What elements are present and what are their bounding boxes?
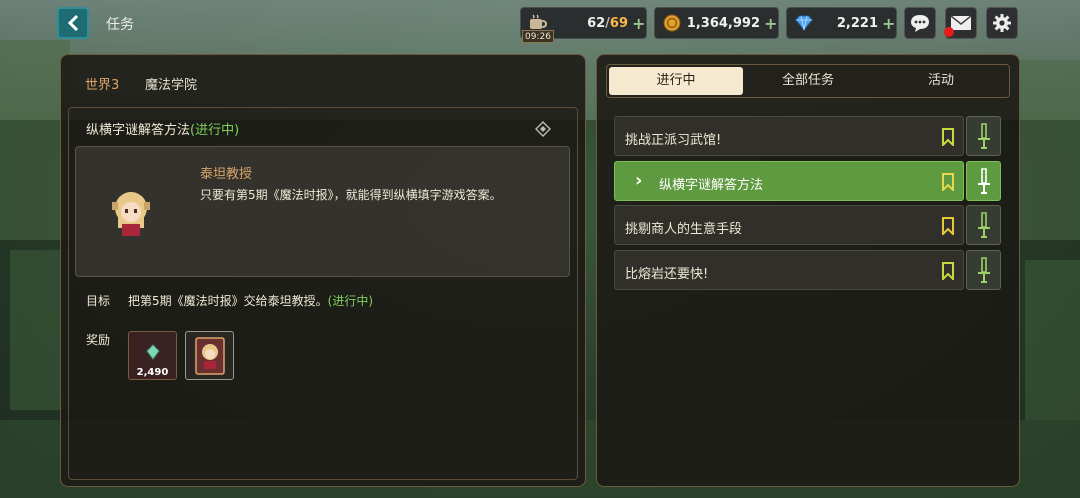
coin-icon — [658, 10, 686, 36]
tab-all-quests[interactable]: 全部任务 — [741, 67, 875, 95]
quest-row-label: 挑战正派习武馆! — [625, 133, 722, 148]
sword-icon — [977, 168, 990, 194]
quest-row-label: 纵横字谜解答方法 — [659, 178, 764, 193]
npc-name: 泰坦教授 — [200, 167, 253, 182]
sword-icon — [977, 123, 990, 149]
chevron-right-icon: › — [635, 170, 643, 191]
chevron-left-icon — [67, 14, 79, 32]
bookmark-icon[interactable] — [941, 262, 955, 280]
notification-dot — [944, 27, 954, 37]
quest-title: 纵横字谜解答方法(进行中) — [86, 123, 240, 138]
back-button[interactable] — [57, 7, 89, 39]
bookmark-icon[interactable] — [941, 128, 955, 146]
reward-gem-slot[interactable]: 2,490 — [128, 331, 177, 380]
chat-bubble-icon — [911, 15, 929, 32]
track-quest-button[interactable] — [966, 250, 1001, 290]
track-quest-button[interactable] — [966, 161, 1001, 201]
quest-row-label: 挑剔商人的生意手段 — [625, 222, 743, 237]
gem-counter[interactable]: 2,221 + — [786, 7, 897, 39]
gem-amount: 2,221 — [836, 15, 878, 31]
bookmark-icon[interactable] — [941, 173, 955, 191]
diamond-icon — [790, 10, 818, 36]
quest-status: (进行中) — [190, 123, 240, 138]
stamina-max: 69 — [609, 15, 628, 31]
tab-events[interactable]: 活动 — [874, 67, 1008, 95]
sword-icon — [977, 257, 990, 283]
gear-icon — [993, 14, 1011, 32]
quest-row-selected[interactable]: › 纵横字谜解答方法 — [614, 161, 964, 201]
coin-amount: 1,364,992 — [686, 15, 760, 31]
track-quest-button[interactable] — [966, 116, 1001, 156]
breadcrumb-area: 魔法学院 — [145, 78, 198, 93]
coin-counter[interactable]: 1,364,992 + — [654, 7, 779, 39]
goal-text: 把第5期《魔法时报》交给泰坦教授。(进行中) — [128, 294, 374, 308]
character-card-icon — [195, 337, 225, 375]
bookmark-icon[interactable] — [941, 217, 955, 235]
npc-avatar — [108, 188, 154, 242]
reward-card-slot[interactable] — [185, 331, 234, 380]
add-coins-icon[interactable]: + — [764, 14, 778, 33]
add-gems-icon[interactable]: + — [882, 14, 896, 33]
tab-in-progress[interactable]: 进行中 — [609, 67, 743, 95]
goal-status: (进行中) — [327, 294, 374, 308]
stamina-timer: 09:26 — [522, 30, 554, 43]
breadcrumb-world: 世界3 — [85, 78, 120, 93]
locate-icon[interactable] — [535, 121, 551, 141]
green-gem-icon — [146, 344, 160, 360]
quest-row[interactable]: 比熔岩还要快! — [614, 250, 964, 290]
reward-gem-amount: 2,490 — [136, 367, 169, 378]
goal-label: 目标 — [86, 294, 111, 308]
chat-button[interactable] — [904, 7, 936, 39]
npc-dialogue: 只要有第5期《魔法时报》，就能得到纵横填字游戏答案。 — [200, 188, 502, 202]
quest-row[interactable]: 挑战正派习武馆! — [614, 116, 964, 156]
reward-label: 奖励 — [86, 333, 111, 347]
add-stamina-icon[interactable]: + — [632, 14, 646, 33]
quest-row[interactable]: 挑剔商人的生意手段 — [614, 205, 964, 245]
track-quest-button[interactable] — [966, 205, 1001, 245]
stamina-current: 62 — [587, 15, 606, 31]
settings-button[interactable] — [986, 7, 1018, 39]
quest-row-label: 比熔岩还要快! — [625, 267, 709, 282]
page-title: 任务 — [106, 17, 134, 33]
sword-icon — [977, 212, 990, 238]
